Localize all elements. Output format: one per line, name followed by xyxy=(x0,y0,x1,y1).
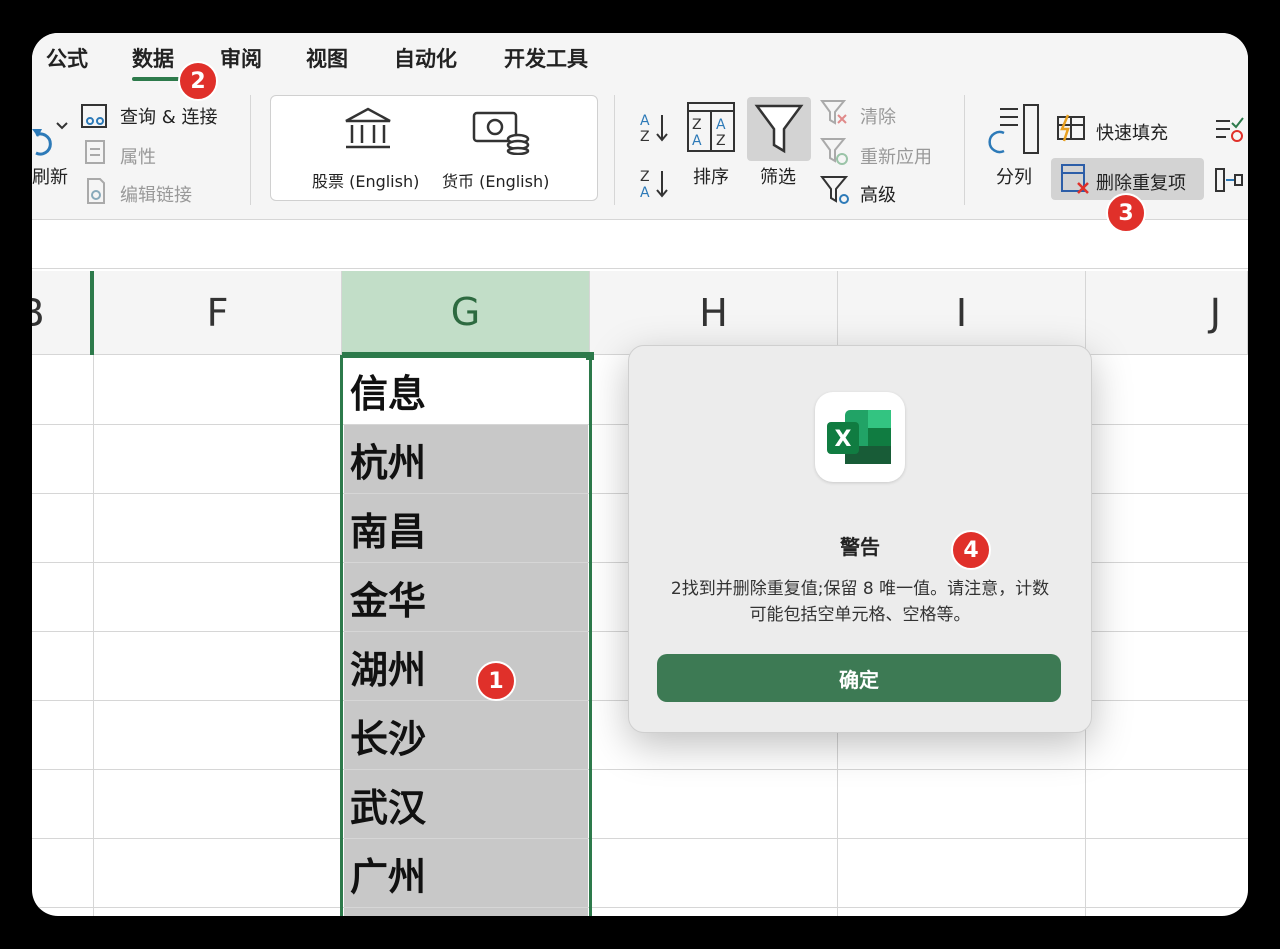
filter-icon[interactable] xyxy=(754,103,804,155)
advanced-button[interactable]: 高级 xyxy=(860,181,896,207)
selection-range xyxy=(340,355,592,916)
gridline xyxy=(32,907,1248,908)
column-label: G xyxy=(450,289,481,334)
gridline xyxy=(32,838,1248,839)
sort-button[interactable]: 排序 xyxy=(693,163,729,189)
column-header-i[interactable]: I xyxy=(838,271,1086,355)
column-header-b[interactable]: B xyxy=(32,271,94,355)
step-badge-2: 2 xyxy=(178,61,218,101)
edit-links-button[interactable]: 编辑链接 xyxy=(120,181,192,207)
step-badge-1: 1 xyxy=(476,661,516,701)
text-to-columns-button[interactable]: 分列 xyxy=(996,163,1032,189)
svg-text:A: A xyxy=(716,117,726,133)
svg-text:Z: Z xyxy=(716,133,726,149)
svg-text:A: A xyxy=(640,113,650,129)
column-header-j[interactable]: J xyxy=(1086,271,1248,355)
step-badge-4: 4 xyxy=(951,530,991,570)
dialog-message: 2找到并删除重复值;保留 8 唯一值。请注意，计数可能包括空单元格、空格等。 xyxy=(670,579,1050,625)
step-badge-3: 3 xyxy=(1106,193,1146,233)
reapply-icon[interactable] xyxy=(820,137,850,167)
ribbon-separator xyxy=(964,95,965,205)
svg-text:Z: Z xyxy=(692,117,702,133)
tab-automate[interactable]: 自动化 xyxy=(394,43,457,73)
excel-logo-icon: X xyxy=(827,410,891,464)
query-connections-button[interactable]: 查询 & 连接 xyxy=(120,103,217,129)
advanced-filter-icon[interactable] xyxy=(820,175,852,207)
currency-button[interactable]: 货币 (English) xyxy=(442,168,549,192)
column-header-f[interactable]: F xyxy=(94,271,342,355)
column-label: I xyxy=(955,290,968,335)
ribbon-separator xyxy=(250,95,251,205)
column-header-h[interactable]: H xyxy=(590,271,838,355)
query-connections-icon xyxy=(81,104,107,128)
edit-links-icon xyxy=(87,178,105,204)
warning-dialog: X 警告 4 2找到并删除重复值;保留 8 唯一值。请注意，计数可能包括空单元格… xyxy=(628,345,1092,733)
filter-button[interactable]: 筛选 xyxy=(760,163,796,189)
properties-button[interactable]: 属性 xyxy=(120,143,156,169)
fill-handle[interactable] xyxy=(586,352,594,360)
currency-icon[interactable] xyxy=(472,109,532,155)
tab-review[interactable]: 审阅 xyxy=(220,43,262,73)
column-label: B xyxy=(32,291,45,335)
svg-text:A: A xyxy=(640,185,650,201)
text-to-columns-icon[interactable] xyxy=(986,103,1042,159)
sort-icon[interactable]: ZAAZ xyxy=(686,101,736,153)
chevron-down-icon[interactable] xyxy=(56,121,68,131)
tab-view[interactable]: 视图 xyxy=(306,43,348,73)
clear-button[interactable]: 清除 xyxy=(860,103,896,129)
column-header-g[interactable]: G xyxy=(342,271,590,355)
clear-filter-icon[interactable] xyxy=(820,99,850,127)
dialog-title: 警告 xyxy=(840,535,880,559)
flash-fill-icon[interactable] xyxy=(1056,113,1088,143)
excel-app-icon: X xyxy=(815,392,905,482)
column-label: H xyxy=(699,290,728,335)
svg-text:X: X xyxy=(835,427,852,452)
tab-data[interactable]: 数据 xyxy=(132,43,174,73)
tab-formulas[interactable]: 公式 xyxy=(46,43,88,73)
svg-text:A: A xyxy=(692,133,702,149)
consolidate-icon[interactable] xyxy=(1214,167,1244,195)
bank-icon[interactable] xyxy=(342,107,394,151)
app-window: 公式 数据 审阅 视图 自动化 开发工具 2 刷新 查询 & 连接 属性 编辑链… xyxy=(32,33,1248,916)
tab-developer[interactable]: 开发工具 xyxy=(504,43,588,73)
column-label: J xyxy=(1209,290,1221,335)
ribbon-separator xyxy=(614,95,615,205)
svg-text:Z: Z xyxy=(640,169,650,185)
sort-descending-icon[interactable]: ZA xyxy=(638,167,670,201)
formula-bar[interactable] xyxy=(32,219,1248,269)
svg-text:Z: Z xyxy=(640,129,650,145)
gridline xyxy=(93,355,94,916)
data-validation-icon[interactable] xyxy=(1214,115,1244,143)
gridline xyxy=(32,769,1248,770)
column-label: F xyxy=(206,290,229,335)
remove-duplicates-button[interactable]: 删除重复项 xyxy=(1096,169,1186,195)
sort-ascending-icon[interactable]: AZ xyxy=(638,111,670,145)
remove-duplicates-icon[interactable] xyxy=(1060,163,1092,195)
refresh-button[interactable]: 刷新 xyxy=(32,163,68,189)
reapply-button[interactable]: 重新应用 xyxy=(860,143,932,169)
ribbon: 公式 数据 审阅 视图 自动化 开发工具 2 刷新 查询 & 连接 属性 编辑链… xyxy=(32,33,1248,233)
ok-button[interactable]: 确定 xyxy=(657,654,1061,702)
properties-icon xyxy=(85,140,105,164)
active-tab-indicator xyxy=(132,77,182,81)
stocks-button[interactable]: 股票 (English) xyxy=(312,168,419,192)
flash-fill-button[interactable]: 快速填充 xyxy=(1096,119,1168,145)
